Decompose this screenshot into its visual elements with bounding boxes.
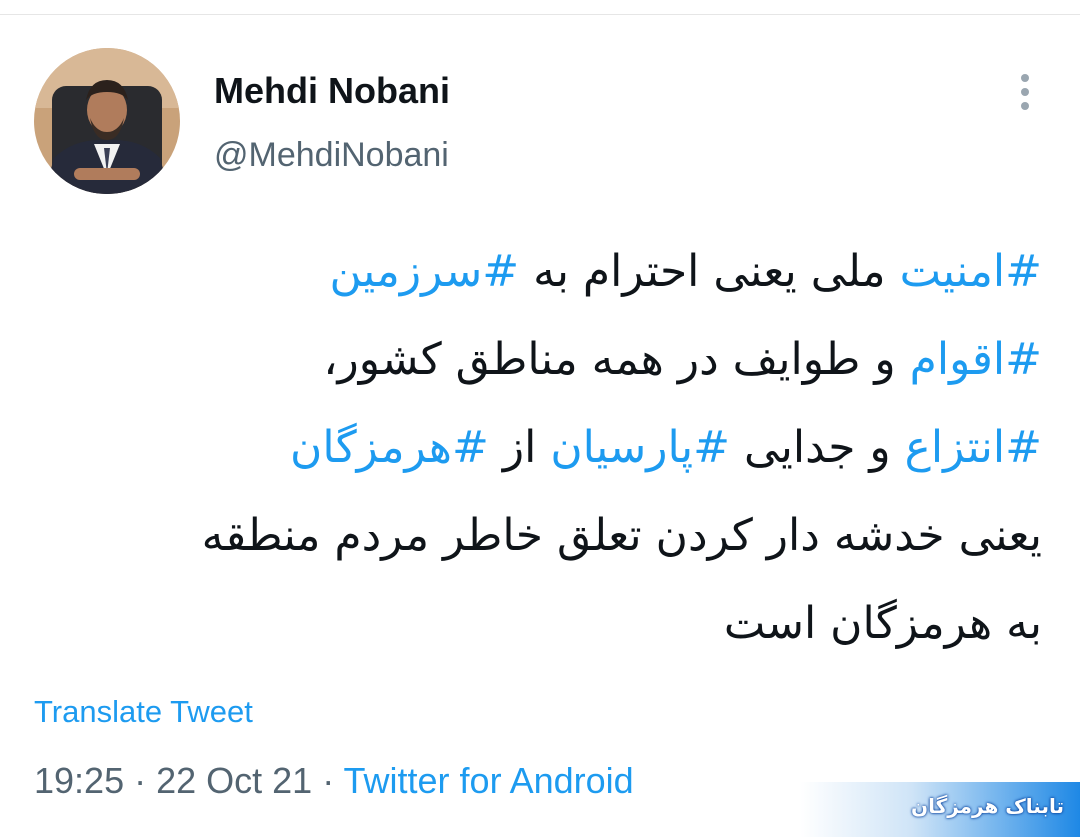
- display-name[interactable]: Mehdi Nobani: [214, 70, 450, 112]
- hashtag-link[interactable]: #پارسیان: [550, 422, 730, 473]
- translate-tweet-link[interactable]: Translate Tweet: [34, 694, 253, 730]
- hashtag-link[interactable]: #سرزمین: [330, 246, 520, 297]
- tweet-text-segment: از: [488, 422, 551, 473]
- user-handle[interactable]: @MehdiNobani: [214, 136, 449, 175]
- meta-separator: ·: [124, 760, 157, 801]
- tweet-text-segment: ملی یعنی احترام به: [519, 246, 900, 297]
- avatar[interactable]: [34, 48, 180, 194]
- tweet-line: #انتزاع و جدایی #پارسیان از #هرمزگان: [32, 404, 1042, 492]
- meta-separator: ·: [312, 760, 344, 801]
- tweet-line: #امنیت ملی یعنی احترام به #سرزمین: [32, 228, 1042, 316]
- tweet-line: یعنی خدشه دار کردن تعلق خاطر مردم منطقه: [32, 492, 1042, 580]
- watermark-text: تابناک هرمزگان: [911, 794, 1064, 818]
- tweet-line: به هرمزگان است: [32, 580, 1042, 668]
- watermark: تابناک هرمزگان: [800, 770, 1080, 837]
- avatar-photo: [34, 48, 180, 194]
- top-divider: [0, 0, 1080, 15]
- tweet-text-segment: و جدایی: [729, 422, 905, 473]
- tweet-time[interactable]: 19:25: [34, 760, 124, 801]
- hashtag-link[interactable]: #انتزاع: [905, 422, 1042, 473]
- hashtag-link[interactable]: #اقوام: [910, 334, 1042, 385]
- tweet-source-link[interactable]: Twitter for Android: [344, 760, 634, 801]
- tweet-text: #امنیت ملی یعنی احترام به #سرزمین #اقوام …: [32, 228, 1042, 668]
- tweet-line: #اقوام و طوایف در همه مناطق کشور،: [32, 316, 1042, 404]
- hashtag-link[interactable]: #امنیت: [900, 246, 1042, 297]
- tweet-date[interactable]: 22 Oct 21: [156, 760, 312, 801]
- hashtag-link[interactable]: #هرمزگان: [290, 422, 489, 473]
- more-vertical-icon[interactable]: [1008, 72, 1042, 114]
- tweet-text-segment: به هرمزگان است: [723, 598, 1042, 649]
- tweet-text-segment: و طوایف در همه مناطق کشور،: [323, 334, 910, 385]
- tweet-text-segment: یعنی خدشه دار کردن تعلق خاطر مردم منطقه: [201, 510, 1042, 561]
- tweet-meta: 19:25 · 22 Oct 21 · Twitter for Android: [34, 760, 634, 802]
